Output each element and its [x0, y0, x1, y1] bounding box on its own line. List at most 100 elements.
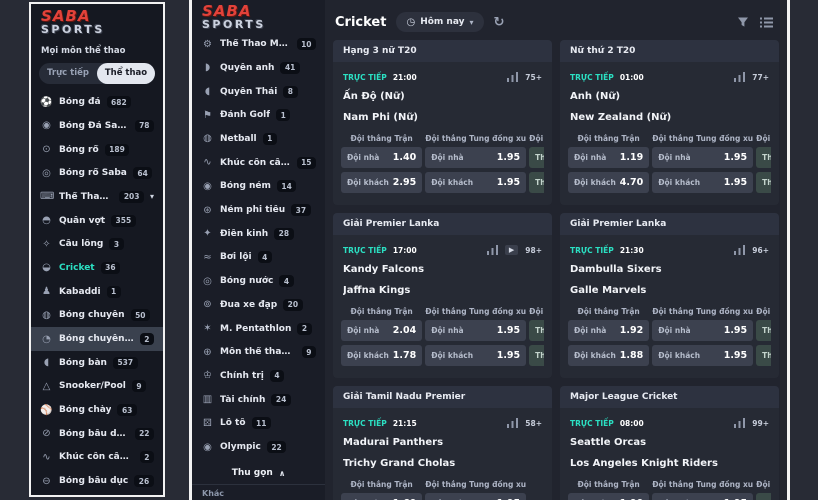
- view-tab[interactable]: Thể thao: [97, 63, 155, 84]
- odds-button[interactable]: Thắng 1.88: [756, 345, 771, 366]
- sidebar-item-swimming[interactable]: ≈ Bơi lội 4: [192, 246, 325, 270]
- odds-button[interactable]: Thắng 1.78: [529, 345, 544, 366]
- sidebar-item-kabaddi[interactable]: ♟ Kabaddi 1: [31, 280, 163, 304]
- sidebar-item-pentathlon[interactable]: ✶ M. Pentathlon 2: [192, 317, 325, 341]
- odds-button[interactable]: Đội nhà 1.92: [568, 320, 649, 341]
- odds-value: 2.04: [393, 325, 416, 336]
- sidebar-item-handball[interactable]: ◉ Bóng ném 14: [192, 175, 325, 199]
- sidebar-item-saba-basketball[interactable]: ◎ Bóng rổ Saba 64: [31, 161, 163, 185]
- sidebar-item-football[interactable]: ⚽ Bóng đá 682: [31, 90, 163, 114]
- match-meta-right: 77+: [734, 72, 769, 82]
- sidebar-item-rugby[interactable]: ⊖ Bóng bầu dục 26: [31, 469, 163, 493]
- sidebar-item-basketball[interactable]: ⊙ Bóng rổ 189: [31, 138, 163, 162]
- sidebar-item-golf[interactable]: ⚑ Đánh Golf 1: [192, 103, 325, 127]
- sidebar-item-muay-thai[interactable]: ◖ Quyền Thái 8: [192, 80, 325, 104]
- sidebar-item-athletics[interactable]: ✦ Điền kinh 28: [192, 222, 325, 246]
- odds-button[interactable]: Thắng 2.95: [529, 172, 544, 193]
- collapse-button[interactable]: Thu gọn ∧: [192, 461, 325, 484]
- sidebar-item-snooker[interactable]: △ Snooker/Pool 9: [31, 375, 163, 399]
- sport-label: Bóng ném: [220, 181, 271, 191]
- odds-button[interactable]: Đội khách 4.70: [568, 172, 649, 193]
- odds-button[interactable]: Đội khách 2.95: [341, 172, 422, 193]
- sport-label: Bơi lội: [220, 252, 252, 262]
- sidebar-item-saba-football[interactable]: ◉ Bóng Đá Saba 78: [31, 114, 163, 138]
- cycling-icon: ⊚: [201, 299, 214, 310]
- match-card[interactable]: Giải Tamil Nadu Premier TRỰC TIẾP 21:15: [333, 386, 552, 500]
- odds-button[interactable]: Thắng 1.90: [756, 493, 771, 500]
- odds-button[interactable]: Đội nhà 1.95: [425, 320, 526, 341]
- sidebar-item-cycling[interactable]: ⊚ Đua xe đạp 20: [192, 293, 325, 317]
- sidebar-item-boxing[interactable]: ◗ Quyền anh 41: [192, 56, 325, 80]
- sidebar-item-esports[interactable]: ⌨ Thể Thao Điện Tử 203 ▾: [31, 185, 163, 209]
- odds-button[interactable]: Thắng 2.04: [529, 320, 544, 341]
- sidebar-item-field-hockey[interactable]: ∿ Khúc côn cầu trên cỏ 15: [192, 151, 325, 175]
- sidebar-item-beach-volleyball[interactable]: ◔ Bóng chuyền bãi biển 2: [31, 327, 163, 351]
- odds-button[interactable]: Thắng 1.19: [756, 147, 771, 168]
- odds-label: Thắng: [535, 326, 544, 335]
- sidebar-item-motorsport[interactable]: ⚙ Thể Thao Môtô 10: [192, 32, 325, 56]
- odds-button[interactable]: Thắng 1.92: [756, 320, 771, 341]
- market-count: 75+: [525, 73, 542, 82]
- match-time: 21:30: [620, 246, 644, 255]
- league-name: Giải Premier Lanka: [560, 213, 779, 235]
- sidebar-item-other-sports[interactable]: ⊕ Môn thể thao khác 9: [192, 340, 325, 364]
- sidebar-item-floorball[interactable]: ∿ Khúc côn cầu trên... 2: [31, 446, 163, 470]
- odds-button[interactable]: Thắng 4.70: [756, 172, 771, 193]
- odds-button[interactable]: Đội nhà 1.95: [425, 493, 526, 500]
- odds-button[interactable]: Đội nhà 1.95: [652, 147, 753, 168]
- odds-button[interactable]: Thắng 1.40: [529, 147, 544, 168]
- sidebar-item-darts[interactable]: ⊛ Ném phi tiêu 37: [192, 198, 325, 222]
- sidebar-item-lotto[interactable]: ⚄ Lô tô 11: [192, 412, 325, 436]
- match-card[interactable]: Nữ thứ 2 T20 TRỰC TIẾP 01:00: [560, 40, 779, 205]
- odds-button[interactable]: Đội nhà 1.40: [341, 147, 422, 168]
- odds-button[interactable]: Đội nhà 1.95: [425, 147, 526, 168]
- odds-button[interactable]: Đội nhà 1.95: [652, 493, 753, 500]
- sidebar-item-water-polo[interactable]: ◎ Bóng nước 4: [192, 269, 325, 293]
- odds-button[interactable]: Đội nhà 1.60: [341, 493, 422, 500]
- match-card[interactable]: Giải Premier Lanka TRỰC TIẾP 17:00: [333, 213, 552, 378]
- page-title: Cricket: [335, 15, 386, 30]
- match-card[interactable]: Major League Cricket TRỰC TIẾP 08:00: [560, 386, 779, 500]
- sidebar-item-netball[interactable]: ◍ Netball 1: [192, 127, 325, 151]
- match-card[interactable]: Giải Premier Lanka TRỰC TIẾP 21:30: [560, 213, 779, 378]
- sidebar-item-politics[interactable]: ♔ Chính trị 4: [192, 364, 325, 388]
- odds-button[interactable]: Đội nhà 1.95: [652, 320, 753, 341]
- sport-label: Bóng bàn: [59, 358, 107, 368]
- date-filter-dropdown[interactable]: ◷ Hôm nay ▾: [396, 12, 483, 32]
- sidebar-item-tennis[interactable]: ◓ Quần vợt 355: [31, 209, 163, 233]
- header-tools: [737, 16, 773, 28]
- odds-button[interactable]: Đội khách 1.88: [568, 345, 649, 366]
- odds-button[interactable]: Đội nhà 1.90: [568, 493, 649, 500]
- odds-button[interactable]: Đội khách 1.95: [425, 345, 526, 366]
- odds-button[interactable]: Đội nhà 1.19: [568, 147, 649, 168]
- list-view-icon[interactable]: [760, 17, 773, 28]
- sidebar-item-badminton[interactable]: ✧ Cầu lông 3: [31, 232, 163, 256]
- match-card-grid: Hạng 3 nữ T20 TRỰC TIẾP 21:00: [325, 40, 787, 500]
- odds-button[interactable]: Đội khách 1.95: [652, 345, 753, 366]
- sidebar-item-volleyball[interactable]: ◍ Bóng chuyền 50: [31, 303, 163, 327]
- saba-logo[interactable]: SABA SPORTS: [192, 0, 325, 30]
- odds-button[interactable]: Đội khách 1.95: [425, 172, 526, 193]
- odds-label: Thắng: [762, 178, 771, 187]
- sport-count-badge: 682: [107, 96, 132, 108]
- odds-button[interactable]: Đội khách 1.78: [341, 345, 422, 366]
- sidebar-item-cricket[interactable]: ◒ Cricket 36: [31, 256, 163, 280]
- live-stats-icon: [487, 245, 498, 255]
- odds-button[interactable]: Đội khách 1.95: [652, 172, 753, 193]
- saba-logo[interactable]: SABA SPORTS: [31, 4, 163, 37]
- sidebar-item-olympic[interactable]: ◉ Olympic 22: [192, 435, 325, 459]
- sidebar-item-baseball[interactable]: ⚾ Bóng chày 63: [31, 398, 163, 422]
- sidebar-item-american-football[interactable]: ⊘ Bóng bầu dục Mỹ 22: [31, 422, 163, 446]
- sidebar-item-finance[interactable]: ▥ Tài chính 24: [192, 388, 325, 412]
- sport-label: Bóng bầu dục: [59, 476, 128, 486]
- sport-count-badge: 20: [283, 299, 302, 311]
- filter-icon[interactable]: [737, 16, 749, 28]
- match-card[interactable]: Hạng 3 nữ T20 TRỰC TIẾP 21:00: [333, 40, 552, 205]
- sport-count-badge: 50: [131, 309, 150, 321]
- view-tab[interactable]: Trực tiếp: [39, 63, 97, 84]
- sidebar-item-table-tennis[interactable]: ◖ Bóng bàn 537: [31, 351, 163, 375]
- refresh-icon[interactable]: ↻: [494, 16, 505, 29]
- odds-button[interactable]: Đội nhà 2.04: [341, 320, 422, 341]
- tab-label: Thể thao: [105, 68, 147, 78]
- live-stats-icon: [507, 418, 518, 428]
